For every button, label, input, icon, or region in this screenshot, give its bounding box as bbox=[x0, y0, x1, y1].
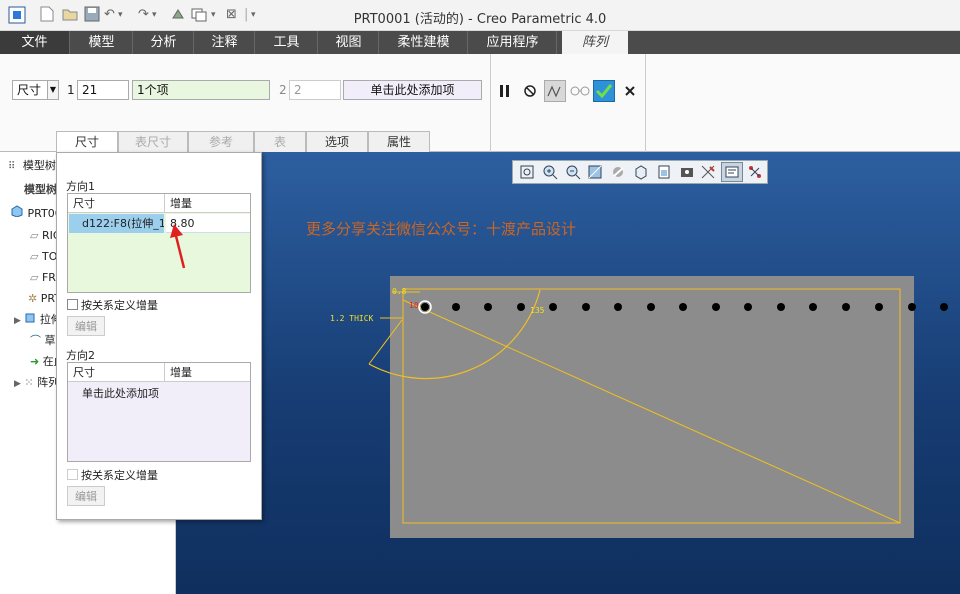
part-outline bbox=[402, 288, 901, 524]
relation-increment-checkbox[interactable] bbox=[67, 469, 78, 480]
pattern-hole[interactable] bbox=[712, 303, 720, 311]
pattern-hole[interactable] bbox=[647, 303, 655, 311]
pattern-hole[interactable] bbox=[549, 303, 557, 311]
edit-button[interactable]: 编辑 bbox=[67, 316, 105, 336]
pattern-hole[interactable] bbox=[484, 303, 492, 311]
angle-dimension-arc bbox=[368, 289, 541, 380]
pattern-hole[interactable] bbox=[940, 303, 948, 311]
add-item-placeholder[interactable]: 单击此处添加项 bbox=[82, 385, 159, 401]
relation-increment-label: 按关系定义增量 bbox=[81, 469, 158, 482]
pattern-dimension[interactable]: 10 bbox=[409, 301, 419, 310]
top-dimension[interactable]: 0.8 bbox=[392, 287, 407, 296]
pattern-hole[interactable] bbox=[679, 303, 687, 311]
pattern-hole[interactable] bbox=[452, 303, 460, 311]
edit-button[interactable]: 编辑 bbox=[67, 486, 105, 506]
pattern-hole[interactable] bbox=[517, 303, 525, 311]
column-dimension: 尺寸 bbox=[68, 363, 165, 382]
pattern-hole[interactable] bbox=[777, 303, 785, 311]
thick-annotation: 1.2 THICK bbox=[330, 314, 374, 323]
direction1-title: 方向1 bbox=[66, 180, 95, 193]
red-arrow-annotation bbox=[170, 224, 186, 269]
relation-increment-checkbox[interactable] bbox=[67, 299, 78, 310]
dimensions-panel: 方向1 尺寸 增量 d122:F8(拉伸_1) 8.80 按关系定义增量 编辑 … bbox=[56, 152, 262, 520]
pattern-hole[interactable] bbox=[614, 303, 622, 311]
column-increment: 增量 bbox=[165, 363, 250, 382]
pattern-hole[interactable] bbox=[842, 303, 850, 311]
direction1-table: 尺寸 增量 d122:F8(拉伸_1) 8.80 bbox=[67, 193, 251, 293]
diagonal-edge bbox=[402, 299, 901, 524]
pattern-holes bbox=[418, 300, 948, 314]
angle-dimension[interactable]: 135 bbox=[530, 306, 545, 315]
relation-increment-label: 按关系定义增量 bbox=[81, 299, 158, 312]
pattern-hole[interactable] bbox=[582, 303, 590, 311]
direction2-table: 尺寸 增量 单击此处添加项 bbox=[67, 362, 251, 462]
column-dimension: 尺寸 bbox=[68, 194, 165, 213]
direction2-title: 方向2 bbox=[66, 349, 95, 362]
pattern-hole[interactable] bbox=[875, 303, 883, 311]
pattern-hole[interactable] bbox=[908, 303, 916, 311]
pattern-hole[interactable] bbox=[421, 303, 429, 311]
leader-line bbox=[368, 319, 403, 365]
dimension-cell[interactable]: d122:F8(拉伸_1) bbox=[69, 214, 164, 233]
pattern-hole[interactable] bbox=[744, 303, 752, 311]
pattern-hole[interactable] bbox=[809, 303, 817, 311]
column-increment: 增量 bbox=[165, 194, 250, 213]
